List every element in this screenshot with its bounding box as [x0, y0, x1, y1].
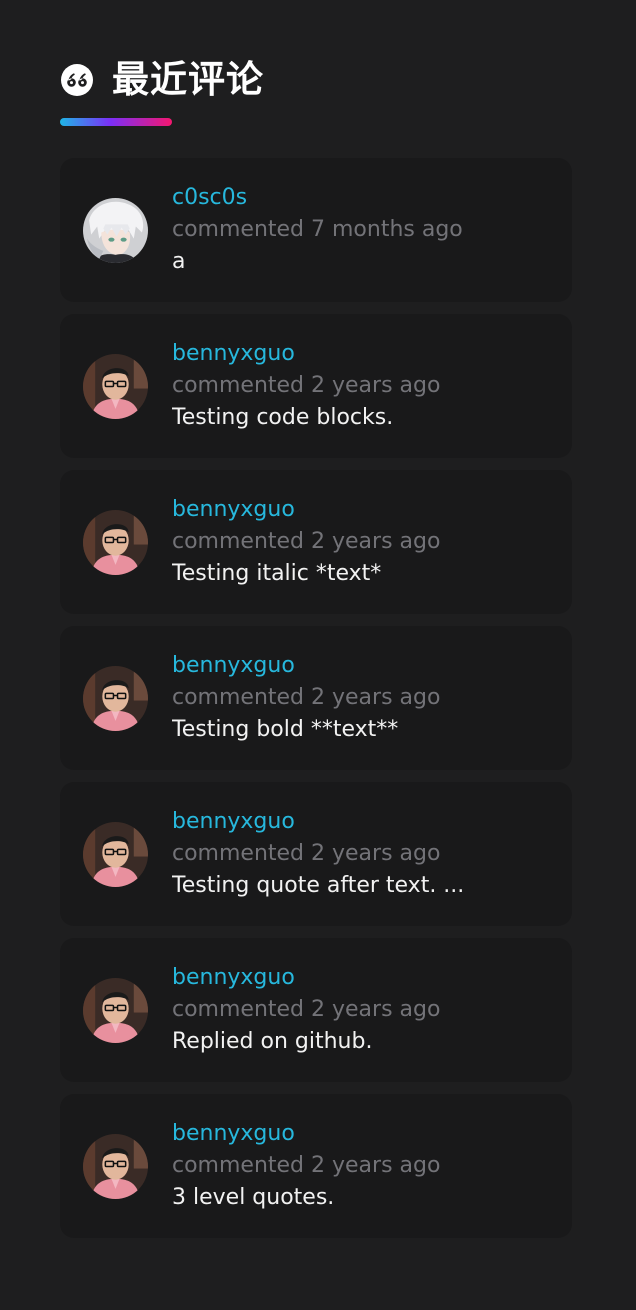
comment-author-link[interactable]: bennyxguo: [172, 650, 552, 682]
comment-author-link[interactable]: bennyxguo: [172, 338, 552, 370]
avatar[interactable]: [83, 666, 148, 731]
comment-card[interactable]: bennyxguo commented 2 years ago Replied …: [60, 938, 572, 1082]
comment-meta: commented 2 years ago: [172, 529, 441, 554]
comment-meta: commented 2 years ago: [172, 1153, 441, 1178]
comment-meta: commented 2 years ago: [172, 373, 441, 398]
comment-text: Testing italic *text*: [172, 561, 382, 586]
comment-author-link[interactable]: bennyxguo: [172, 494, 552, 526]
comment-text: 3 level quotes.: [172, 1185, 335, 1210]
comment-meta: commented 2 years ago: [172, 685, 441, 710]
avatar[interactable]: [83, 354, 148, 419]
comment-text: Testing bold **text**: [172, 717, 399, 742]
avatar[interactable]: [83, 510, 148, 575]
comment-card[interactable]: bennyxguo commented 2 years ago Testing …: [60, 626, 572, 770]
comment-card[interactable]: c0sc0s commented 7 months ago a: [60, 158, 572, 302]
comment-body: bennyxguo commented 2 years ago Replied …: [172, 962, 552, 1058]
widget-header: 最近评论: [60, 58, 264, 102]
comment-meta: commented 2 years ago: [172, 841, 441, 866]
comment-card[interactable]: bennyxguo commented 2 years ago Testing …: [60, 470, 572, 614]
comment-body: bennyxguo commented 2 years ago Testing …: [172, 338, 552, 434]
title-underline: [60, 118, 172, 126]
comment-body: bennyxguo commented 2 years ago Testing …: [172, 806, 552, 902]
comment-body: bennyxguo commented 2 years ago Testing …: [172, 650, 552, 746]
comment-body: c0sc0s commented 7 months ago a: [172, 182, 552, 278]
avatar[interactable]: [83, 198, 148, 263]
comment-meta: commented 2 years ago: [172, 997, 441, 1022]
comment-author-link[interactable]: bennyxguo: [172, 962, 552, 994]
comment-author-link[interactable]: c0sc0s: [172, 182, 552, 214]
comment-card[interactable]: bennyxguo commented 2 years ago Testing …: [60, 314, 572, 458]
widget-title: 最近评论: [112, 58, 264, 101]
comment-meta: commented 7 months ago: [172, 217, 463, 242]
avatar[interactable]: [83, 1134, 148, 1199]
comment-text: Testing code blocks.: [172, 405, 394, 430]
comment-text: Testing quote after text. ...: [172, 873, 465, 898]
comment-body: bennyxguo commented 2 years ago 3 level …: [172, 1118, 552, 1214]
comment-body: bennyxguo commented 2 years ago Testing …: [172, 494, 552, 590]
comment-text: Replied on github.: [172, 1029, 373, 1054]
avatar[interactable]: [83, 822, 148, 887]
comment-author-link[interactable]: bennyxguo: [172, 1118, 552, 1150]
avatar[interactable]: [83, 978, 148, 1043]
comment-text: a: [172, 249, 186, 274]
comment-author-link[interactable]: bennyxguo: [172, 806, 552, 838]
comment-card[interactable]: bennyxguo commented 2 years ago Testing …: [60, 782, 572, 926]
quote-icon: [61, 64, 93, 96]
comment-card[interactable]: bennyxguo commented 2 years ago 3 level …: [60, 1094, 572, 1238]
